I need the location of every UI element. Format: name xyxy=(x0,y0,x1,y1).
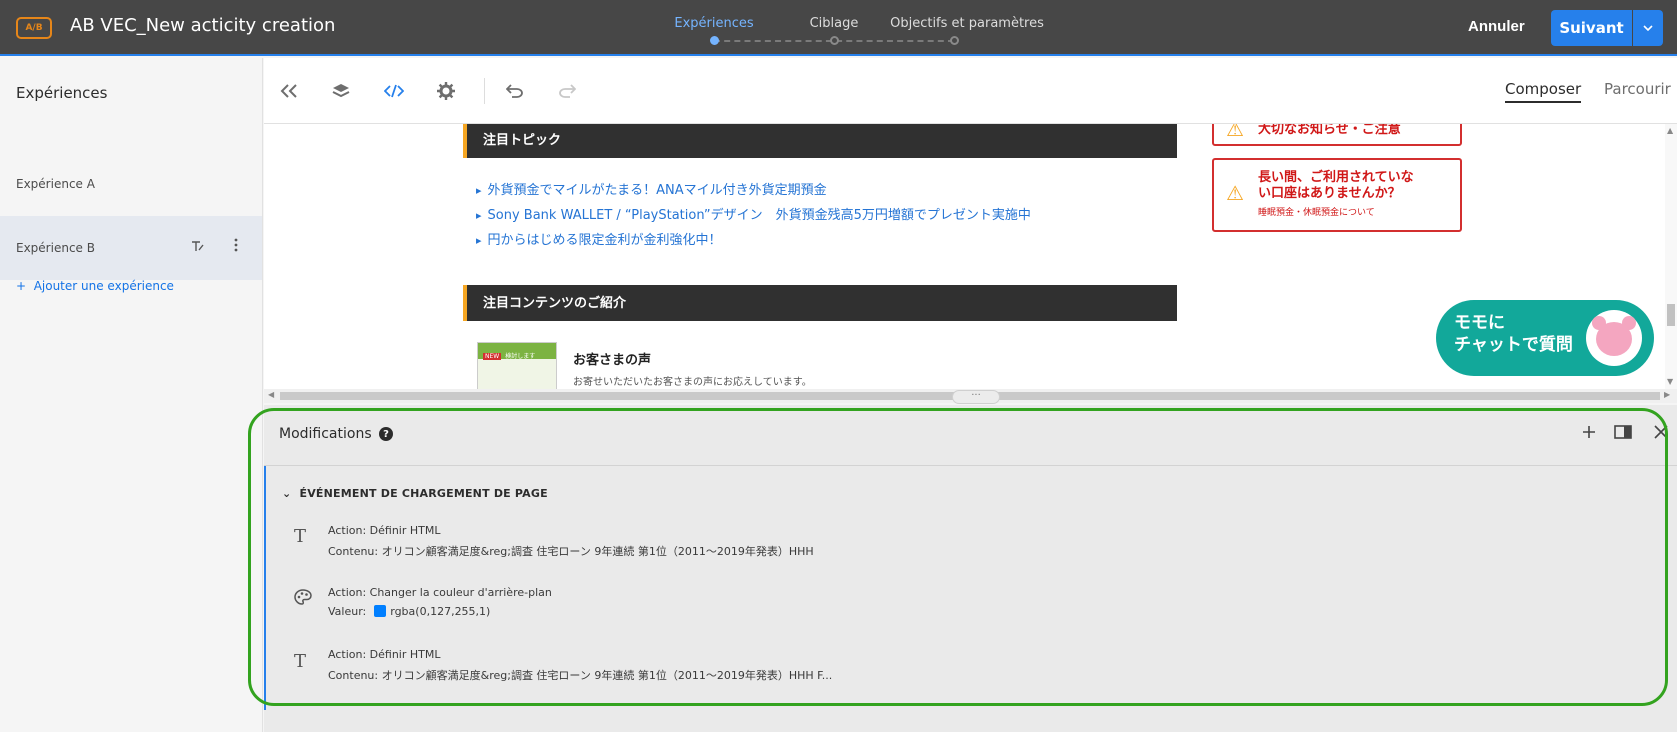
palette-icon xyxy=(294,589,312,610)
voice-thumbnail[interactable]: NEW 検討します xyxy=(477,342,557,389)
color-swatch xyxy=(374,605,387,617)
modification-item[interactable]: Action: Changer la couleur d'arrière-pla… xyxy=(266,579,1666,639)
detail-value: オリコン顧客満足度&reg;調査 住宅ローン 9年連続 第1位（2011～201… xyxy=(381,545,814,558)
action-detail: Valeur: rgba(0,127,255,1) xyxy=(328,605,490,618)
scroll-left-icon[interactable]: ◀ xyxy=(268,390,274,399)
scroll-down-icon[interactable]: ▼ xyxy=(1667,377,1673,386)
modifications-panel: Modifications ? ⌄ ÉVÉNEMENT DE CHARGEMEN… xyxy=(264,405,1677,732)
section-heading-contents[interactable]: 注目コンテンツのご紹介 xyxy=(463,285,1177,321)
undo-icon[interactable] xyxy=(504,80,526,102)
top-bar: A/B AB VEC_New acticity creation Expérie… xyxy=(0,0,1677,56)
rename-icon[interactable] xyxy=(191,240,205,255)
thumb-text: 検討します xyxy=(505,353,536,360)
sidebar-title: Expériences xyxy=(16,84,108,102)
topic-link[interactable]: Sony Bank WALLET / “PlayStation”デザイン 外貨預… xyxy=(476,204,1031,223)
chat-support-badge[interactable]: モモに チャットで質問 xyxy=(1436,300,1654,376)
chevron-down-icon: ⌄ xyxy=(282,487,300,500)
notice-text-line1: 長い間、ご利用されていな xyxy=(1258,170,1414,185)
group-title: ÉVÉNEMENT DE CHARGEMENT DE PAGE xyxy=(299,487,548,500)
group-header[interactable]: ⌄ ÉVÉNEMENT DE CHARGEMENT DE PAGE xyxy=(282,487,548,500)
dock-panel-icon[interactable] xyxy=(1614,423,1632,444)
scroll-thumb[interactable] xyxy=(1667,304,1675,326)
step-experiences[interactable]: Expériences xyxy=(674,16,753,31)
bear-mascot-icon xyxy=(1586,310,1642,366)
step-ciblage[interactable]: Ciblage xyxy=(810,16,859,31)
page-preview[interactable]: 注目トピック 外貨預金でマイルがたまる！ANAマイル付き外貨定期預金 Sony … xyxy=(264,124,1677,389)
scroll-up-icon[interactable]: ▲ xyxy=(1667,126,1673,135)
layers-icon[interactable] xyxy=(330,80,352,102)
voice-title[interactable]: お客さまの声 xyxy=(573,349,651,368)
experience-item-a[interactable]: Expérience A xyxy=(0,152,262,216)
add-experience-label: Ajouter une expérience xyxy=(33,279,174,293)
notice-text: 大切なお知らせ・ご注意 xyxy=(1258,124,1401,137)
add-modification-icon[interactable] xyxy=(1582,423,1596,444)
add-experience-link[interactable]: + Ajouter une expérience xyxy=(16,279,174,293)
modification-item[interactable]: T Action: Définir HTML Contenu: オリコン顧客満足… xyxy=(266,516,1666,576)
modification-item[interactable]: T Action: Définir HTML Contenu: オリコン顧客満足… xyxy=(266,641,1666,701)
detail-label: Contenu: xyxy=(328,669,379,682)
step-dot-experiences xyxy=(710,36,719,45)
redo-icon[interactable] xyxy=(556,80,578,102)
chevron-down-icon xyxy=(1643,25,1653,31)
step-dot-objectifs xyxy=(950,36,959,45)
section-heading-topics[interactable]: 注目トピック xyxy=(463,124,1177,158)
text-icon: T xyxy=(294,651,307,672)
scroll-right-icon[interactable]: ▶ xyxy=(1664,390,1670,399)
topic-link[interactable]: 円からはじめる限定金利が金利強化中！ xyxy=(476,229,722,248)
warning-icon: ⚠ xyxy=(1226,124,1244,141)
next-dropdown-button[interactable] xyxy=(1633,10,1663,46)
text-icon: T xyxy=(294,526,307,547)
cancel-button[interactable]: Annuler xyxy=(1468,18,1525,35)
page-load-event-group: ⌄ ÉVÉNEMENT DE CHARGEMENT DE PAGE T Acti… xyxy=(264,466,1677,710)
experience-label: Expérience A xyxy=(16,177,95,191)
notice-subtext: 睡眠預金・休眠預金について xyxy=(1258,208,1375,218)
detail-label: Valeur: xyxy=(328,605,367,618)
next-button[interactable]: Suivant xyxy=(1551,10,1632,46)
action-type: Action: Changer la couleur d'arrière-pla… xyxy=(328,586,552,599)
close-icon[interactable] xyxy=(1654,423,1668,444)
topic-link[interactable]: 外貨預金でマイルがたまる！ANAマイル付き外貨定期預金 xyxy=(476,179,827,198)
action-type: Action: Définir HTML xyxy=(328,648,441,661)
notice-box-dormant[interactable]: ⚠ 長い間、ご利用されていな い口座はありませんか？ 睡眠預金・休眠預金について xyxy=(1212,158,1462,232)
toolbar-separator xyxy=(484,78,485,104)
action-detail: Contenu: オリコン顧客満足度&reg;調査 住宅ローン 9年連続 第1位… xyxy=(328,667,832,683)
tab-composer[interactable]: Composer xyxy=(1505,80,1582,103)
new-badge: NEW xyxy=(483,353,502,360)
tab-parcourir[interactable]: Parcourir xyxy=(1604,80,1671,98)
app-root: A/B AB VEC_New acticity creation Expérie… xyxy=(0,0,1677,732)
panel-resize-handle[interactable]: ··· xyxy=(952,390,1000,404)
collapse-icon[interactable] xyxy=(278,80,300,102)
warning-icon: ⚠ xyxy=(1226,181,1244,205)
preview-vertical-scrollbar[interactable]: ▲ ▼ xyxy=(1665,124,1677,389)
notice-box-important[interactable]: ⚠ 大切なお知らせ・ご注意 xyxy=(1212,124,1462,146)
notice-text-line2: い口座はありませんか？ xyxy=(1258,186,1401,201)
modifications-title: Modifications xyxy=(279,426,372,442)
experience-item-b[interactable]: Expérience B xyxy=(0,216,262,280)
step-dot-ciblage xyxy=(830,36,839,45)
voice-subtitle: お寄せいただいたお客さまの声にお応えしています。 xyxy=(573,377,812,388)
help-icon[interactable]: ? xyxy=(379,427,393,441)
detail-value: rgba(0,127,255,1) xyxy=(390,605,491,618)
settings-icon[interactable] xyxy=(435,80,457,102)
experiences-sidebar: Expériences Expérience A Expérience B + … xyxy=(0,58,263,732)
more-options-icon[interactable] xyxy=(234,238,238,256)
action-type: Action: Définir HTML xyxy=(328,524,441,537)
code-icon[interactable] xyxy=(383,80,405,102)
detail-value: オリコン顧客満足度&reg;調査 住宅ローン 9年連続 第1位（2011～201… xyxy=(381,669,833,682)
plus-icon: + xyxy=(16,279,34,293)
experience-label: Expérience B xyxy=(16,241,95,255)
editor-toolbar: Composer Parcourir xyxy=(264,58,1677,124)
activity-title[interactable]: AB VEC_New acticity creation xyxy=(70,15,335,36)
action-detail: Contenu: オリコン顧客満足度&reg;調査 住宅ローン 9年連続 第1位… xyxy=(328,543,814,559)
step-objectifs[interactable]: Objectifs et paramètres xyxy=(890,16,1044,31)
ab-activity-badge: A/B xyxy=(16,17,52,39)
detail-label: Contenu: xyxy=(328,545,379,558)
